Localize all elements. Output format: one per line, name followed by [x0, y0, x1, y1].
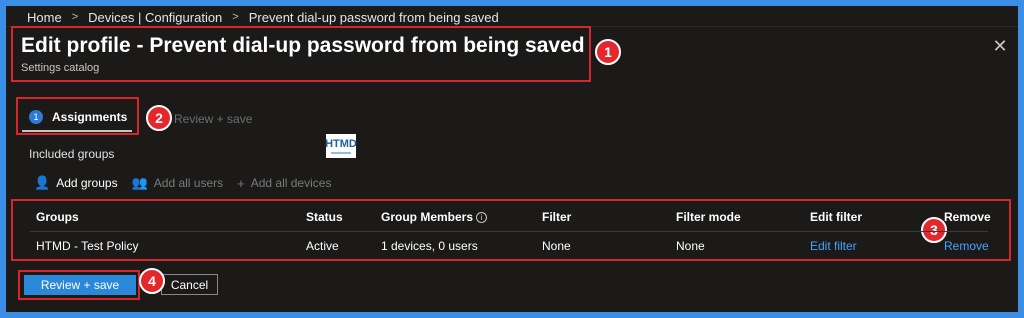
tab-review-save[interactable]: Review + save [174, 112, 252, 126]
add-groups-button[interactable]: 👤 Add groups [34, 175, 118, 191]
edit-filter-link[interactable]: Edit filter [810, 239, 944, 253]
add-groups-label: Add groups [56, 176, 118, 190]
group-members-label: Group Members [381, 210, 474, 224]
callout-box-assignments [16, 97, 139, 135]
column-header-remove: Remove [944, 210, 991, 224]
breadcrumb-home[interactable]: Home [27, 10, 62, 25]
column-header-edit-filter: Edit filter [810, 210, 863, 224]
cell-group: HTMD - Test Policy [36, 239, 139, 253]
callout-box-review-save [18, 270, 140, 300]
callout-box-title [11, 26, 591, 82]
cell-group-members: 1 devices, 0 users [381, 239, 478, 253]
table-row: HTMD - Test Policy Active 1 devices, 0 u… [16, 232, 1008, 260]
callout-badge-4: 4 [139, 268, 165, 294]
cell-filter: None [542, 239, 571, 253]
users-icon: 👥 [131, 175, 148, 190]
command-bar: 👤 Add groups 👥 Add all users + Add all d… [34, 175, 345, 191]
add-all-devices-label: Add all devices [250, 176, 332, 190]
info-icon[interactable]: i [476, 211, 488, 223]
column-header-group-members: Group Members i [381, 210, 542, 224]
breadcrumb-separator: > [71, 11, 79, 23]
add-all-users-button[interactable]: 👥 Add all users [132, 175, 224, 191]
breadcrumb-current: Prevent dial-up password from being save… [248, 9, 499, 25]
add-all-devices-button[interactable]: + Add all devices [237, 176, 331, 191]
logo-text-line [331, 151, 351, 154]
callout-badge-1: 1 [595, 39, 621, 65]
app-frame: Home > Devices | Configuration > Prevent… [6, 6, 1018, 312]
user-icon: 👤 [34, 175, 51, 190]
table-header-row: Groups Status Group Members i Filter Fil… [16, 203, 1008, 231]
cancel-button[interactable]: Cancel [161, 274, 218, 295]
add-all-users-label: Add all users [153, 176, 224, 190]
column-header-status: Status [306, 210, 343, 224]
remove-link[interactable]: Remove [944, 239, 1008, 253]
cell-status: Active [306, 239, 339, 253]
plus-icon: + [237, 175, 245, 191]
breadcrumb: Home > Devices | Configuration > Prevent… [27, 8, 499, 26]
callout-badge-2: 2 [146, 105, 172, 131]
cell-filter-mode: None [676, 239, 705, 253]
logo-mark: HTMD [325, 137, 357, 150]
assignments-table: Groups Status Group Members i Filter Fil… [16, 203, 1008, 260]
column-header-filter: Filter [542, 210, 572, 224]
breadcrumb-devices-configuration[interactable]: Devices | Configuration [88, 10, 222, 25]
column-header-groups: Groups [36, 210, 79, 224]
column-header-filter-mode: Filter mode [676, 210, 741, 224]
close-icon[interactable]: ✕ [988, 34, 1012, 58]
breadcrumb-separator: > [232, 11, 239, 23]
included-groups-label: Included groups [29, 147, 115, 161]
watermark-logo: HTMD [325, 134, 357, 158]
